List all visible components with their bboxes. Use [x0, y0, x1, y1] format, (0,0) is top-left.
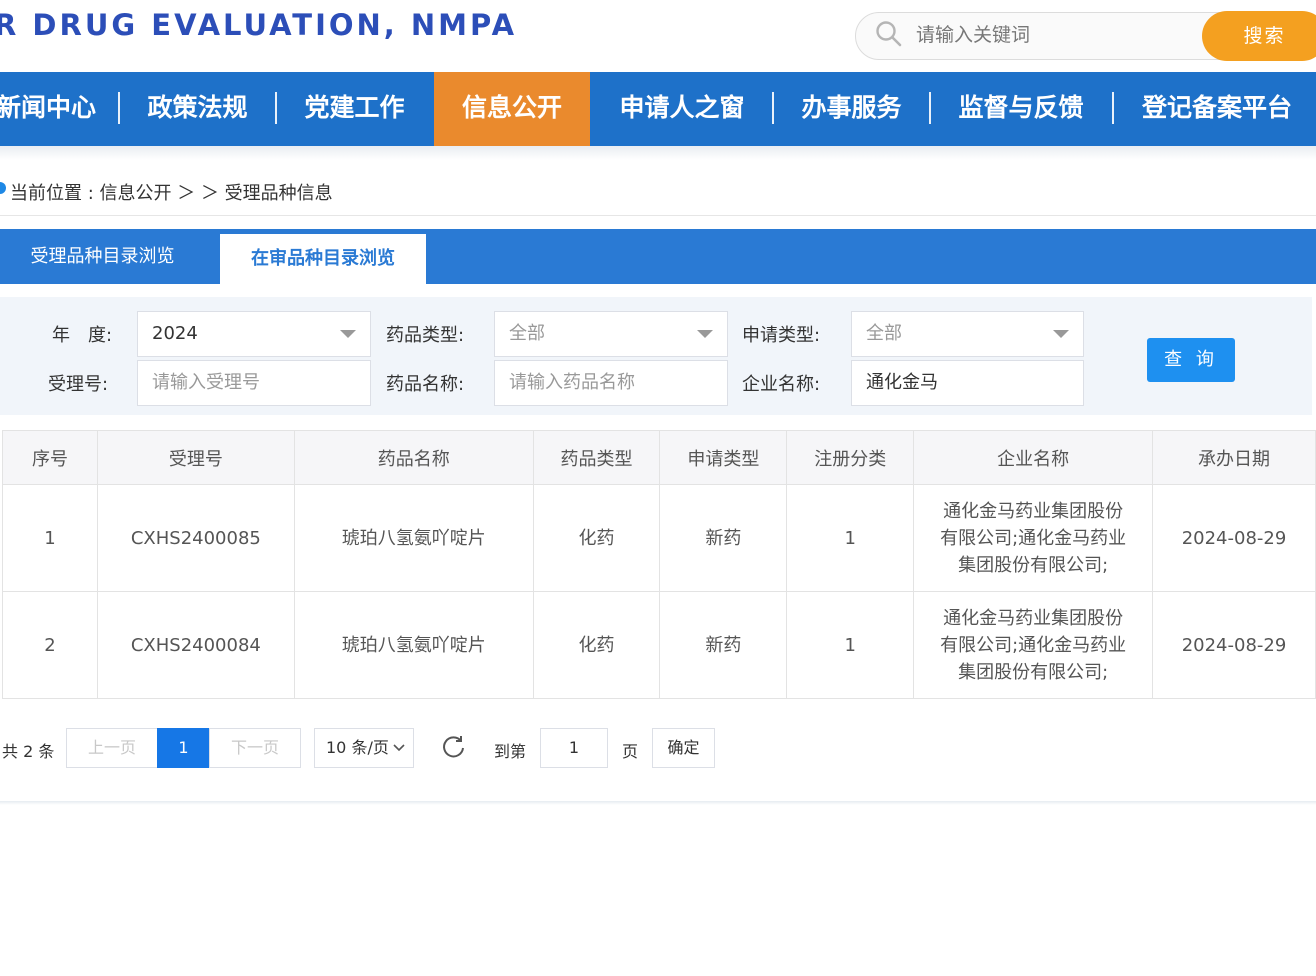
tab-bar: 受理品种目录浏览 在审品种目录浏览	[0, 229, 1316, 284]
drug-name-label: 药品名称:	[386, 374, 465, 395]
cell-company: 通化金马药业集团股份有限公司;通化金马药业集团股份有限公司;	[913, 591, 1154, 699]
apply-type-value: 全部	[866, 323, 902, 344]
cell-accept-no: CXHS2400085	[96, 484, 295, 592]
chevron-down-icon	[393, 744, 405, 752]
cell-drug-name: 琥珀八氢氨吖啶片	[293, 591, 534, 699]
nav-item-info-public[interactable]: 信息公开	[434, 72, 590, 146]
cell-drug-type: 化药	[532, 484, 661, 592]
nav-separator	[1112, 92, 1114, 124]
cell-date: 2024-08-29	[1152, 484, 1316, 592]
cell-reg-class: 1	[786, 591, 915, 699]
location-dot-icon	[0, 182, 6, 194]
nav-item-party[interactable]: 党建工作	[297, 72, 412, 146]
confirm-button[interactable]: 确定	[652, 728, 715, 768]
page-unit-label: 页	[622, 742, 639, 761]
nav-item-news[interactable]: 新闻中心	[0, 72, 102, 146]
col-header-index: 序号	[2, 430, 98, 485]
page-size-value: 10 条/页	[326, 738, 389, 757]
table-row[interactable]: 2 CXHS2400084 琥珀八氢氨吖啶片 化药 新药 1 通化金马药业集团股…	[2, 591, 1316, 699]
year-value: 2024	[152, 323, 198, 344]
year-select[interactable]: 2024	[137, 311, 371, 357]
tab-accepted-catalog[interactable]: 受理品种目录浏览	[0, 229, 205, 284]
cell-reg-class: 1	[786, 484, 915, 592]
query-button[interactable]: 查 询	[1147, 338, 1235, 382]
company-label: 企业名称:	[742, 374, 821, 395]
company-input[interactable]: 通化金马	[851, 360, 1084, 406]
table-header-row: 序号 受理号 药品名称 药品类型 申请类型 注册分类 企业名称 承办日期	[2, 430, 1316, 485]
col-header-drug-name: 药品名称	[293, 430, 534, 485]
drug-type-value: 全部	[509, 323, 545, 344]
main-nav: 新闻中心 政策法规 党建工作 信息公开 申请人之窗 办事服务 监督与反馈 登记备…	[0, 72, 1316, 146]
accept-no-label: 受理号:	[48, 374, 109, 395]
apply-type-select[interactable]: 全部	[851, 311, 1084, 357]
drug-name-input[interactable]: 请输入药品名称	[494, 360, 728, 406]
search-icon	[876, 21, 902, 47]
nav-item-services[interactable]: 办事服务	[794, 72, 909, 146]
divider	[0, 215, 1316, 216]
drug-type-select[interactable]: 全部	[494, 311, 728, 357]
col-header-apply-type: 申请类型	[659, 430, 788, 485]
cell-accept-no: CXHS2400084	[96, 591, 295, 699]
prev-page-button[interactable]: 上一页	[66, 728, 158, 768]
cell-date: 2024-08-29	[1152, 591, 1316, 699]
cell-index: 1	[2, 484, 98, 592]
cell-drug-name: 琥珀八氢氨吖啶片	[293, 484, 534, 592]
page-number-current[interactable]: 1	[157, 728, 210, 768]
chevron-down-icon	[697, 330, 713, 338]
goto-page-input[interactable]: 1	[540, 728, 608, 768]
nav-item-supervision[interactable]: 监督与反馈	[951, 72, 1091, 146]
nav-separator	[118, 92, 120, 124]
nav-shadow	[0, 146, 1316, 160]
chevron-down-icon	[340, 330, 356, 338]
refresh-icon[interactable]	[440, 733, 468, 761]
col-header-accept-no: 受理号	[96, 430, 295, 485]
drug-type-label: 药品类型:	[386, 325, 465, 346]
tab-reviewing-catalog[interactable]: 在审品种目录浏览	[220, 234, 426, 284]
nav-separator	[772, 92, 774, 124]
search-button[interactable]: 搜索	[1202, 11, 1316, 61]
nav-item-policy[interactable]: 政策法规	[140, 72, 255, 146]
cell-company: 通化金马药业集团股份有限公司;通化金马药业集团股份有限公司;	[913, 484, 1154, 592]
total-count: 共 2 条	[2, 742, 55, 761]
cell-apply-type: 新药	[659, 591, 788, 699]
col-header-reg-class: 注册分类	[786, 430, 915, 485]
chevron-down-icon	[1053, 330, 1069, 338]
site-title: R DRUG EVALUATION, NMPA	[0, 8, 518, 42]
search-input[interactable]	[912, 16, 1200, 54]
goto-label: 到第	[494, 742, 527, 761]
nav-separator	[929, 92, 931, 124]
nav-item-applicant[interactable]: 申请人之窗	[612, 72, 752, 146]
cell-index: 2	[2, 591, 98, 699]
col-header-drug-type: 药品类型	[532, 430, 661, 485]
next-page-button[interactable]: 下一页	[209, 728, 301, 768]
breadcrumb: 当前位置 : 信息公开 ＞ ＞ 受理品种信息	[10, 183, 333, 204]
col-header-company: 企业名称	[913, 430, 1154, 485]
table-row[interactable]: 1 CXHS2400085 琥珀八氢氨吖啶片 化药 新药 1 通化金马药业集团股…	[2, 484, 1316, 592]
content-bottom-divider	[0, 801, 1316, 805]
accept-no-input[interactable]: 请输入受理号	[137, 360, 371, 406]
page-size-select[interactable]: 10 条/页	[314, 728, 414, 768]
nav-separator	[275, 92, 277, 124]
cell-apply-type: 新药	[659, 484, 788, 592]
nav-item-registration[interactable]: 登记备案平台	[1134, 72, 1300, 146]
year-label: 年 度:	[52, 325, 113, 346]
cell-drug-type: 化药	[532, 591, 661, 699]
apply-type-label: 申请类型:	[742, 325, 821, 346]
results-table: 序号 受理号 药品名称 药品类型 申请类型 注册分类 企业名称 承办日期 1 C…	[2, 430, 1316, 699]
col-header-date: 承办日期	[1152, 430, 1316, 485]
